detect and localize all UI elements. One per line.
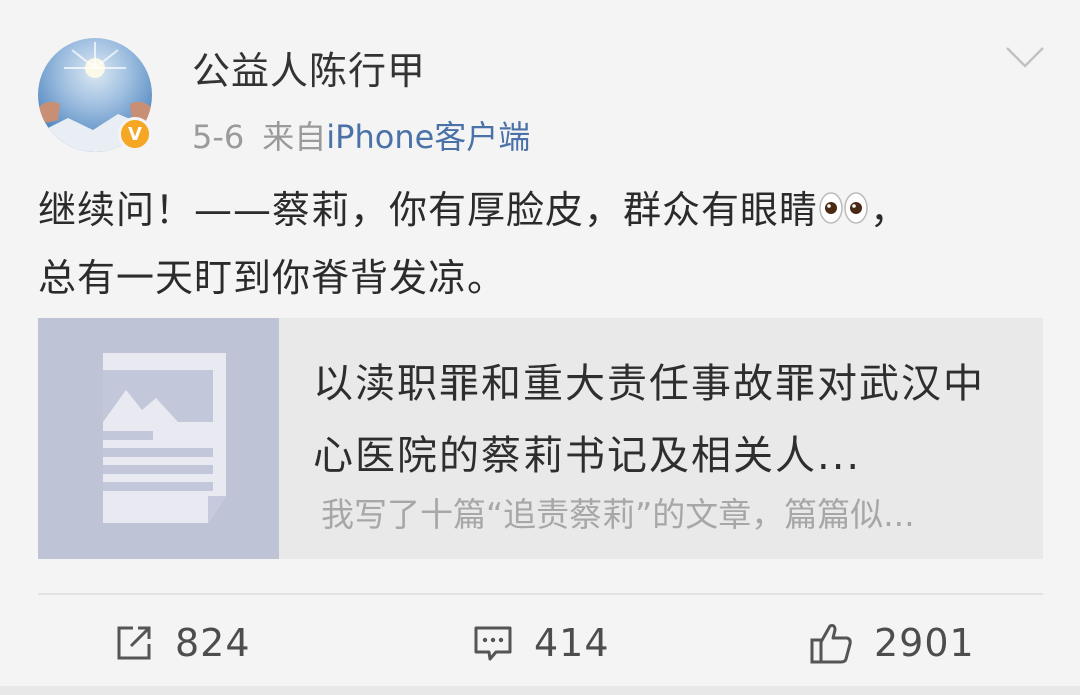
bottom-strip [0,686,1080,695]
card-thumbnail [38,318,279,559]
like-count: 2901 [874,621,975,665]
article-icon [103,353,226,523]
like-button[interactable]: 2901 [808,618,975,668]
post-text-line-2: 总有一天盯到你脊背发凉。 [38,256,507,300]
card-description: 我写了十篇“追责蔡莉”的文章，篇篇似... [321,495,915,534]
username[interactable]: 公益人陈行甲 [192,40,426,95]
comment-count: 414 [534,621,610,665]
source-label: 来自 [262,118,327,156]
post-text: 继续问！——蔡莉，你有厚脸皮，群众有眼睛 ， 总有一天盯到你脊背发凉。 [38,176,1048,312]
repost-icon [117,626,151,660]
comment-button[interactable]: 414 [472,618,610,668]
repost-count: 824 [175,621,251,665]
divider [38,593,1043,595]
thumbs-up-icon [810,624,852,664]
post-text-line-1: 继续问！——蔡莉，你有厚脸皮，群众有眼睛 ， [38,176,1048,244]
link-card[interactable]: 以渎职罪和重大责任事故罪对武汉中心医院的蔡莉书记及相关人... 我写了十篇“追责… [38,318,1043,559]
post-date: 5-6 [192,118,245,156]
comment-icon [474,626,512,661]
post-meta: 5-6 来自iPhone客户端 [192,112,530,158]
card-title: 以渎职罪和重大责任事故罪对武汉中心医院的蔡莉书记及相关人... [313,361,985,479]
repost-button[interactable]: 824 [113,618,251,668]
weibo-post: V 公益人陈行甲 5-6 来自iPhone客户端 继续问！——蔡莉，你有厚脸皮，群… [0,0,1080,695]
eyes-icon [819,192,868,224]
source-client-link[interactable]: iPhone客户端 [326,118,530,156]
chevron-down-icon[interactable] [1005,45,1045,71]
post-text-part: ， [870,188,910,232]
post-text-part: 继续问！——蔡莉，你有厚脸皮，群众有眼睛 [38,188,819,232]
verified-badge-icon: V [118,117,152,151]
